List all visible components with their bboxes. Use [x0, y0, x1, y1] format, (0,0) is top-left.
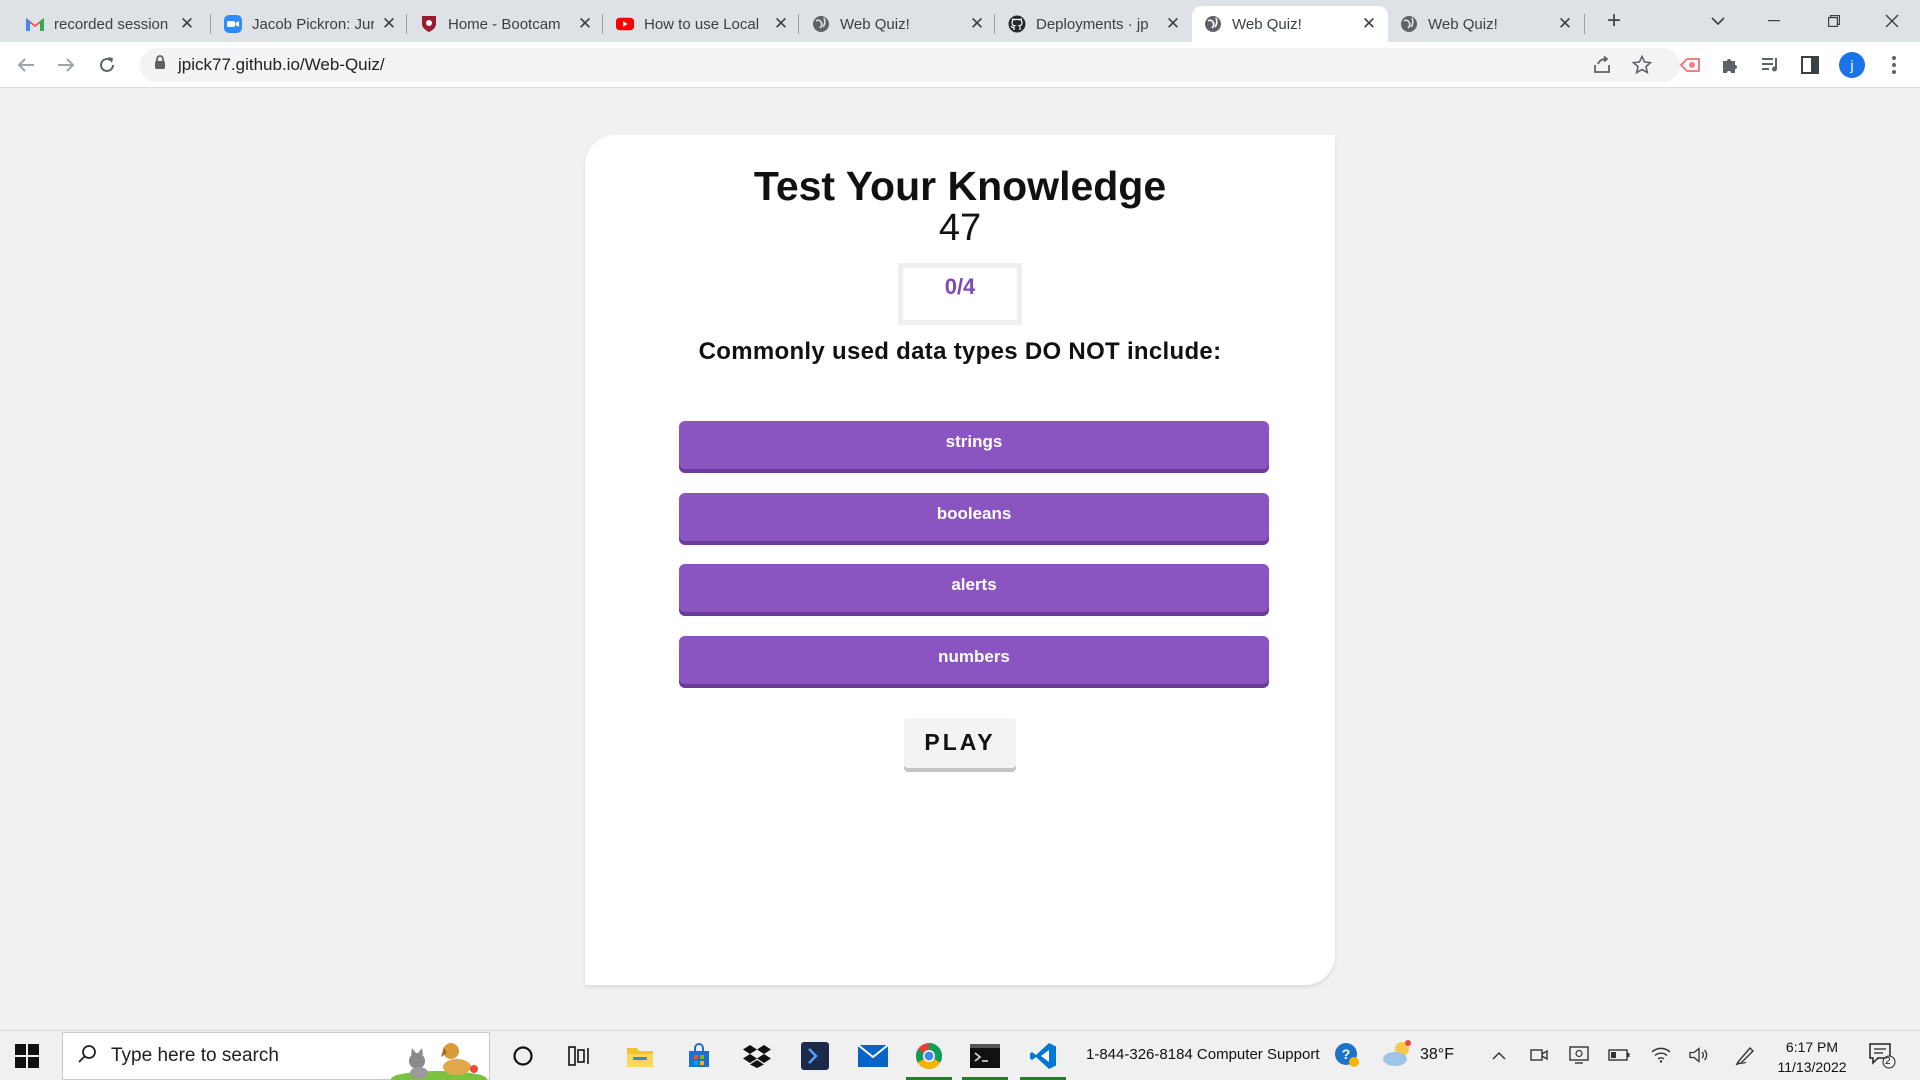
close-icon[interactable]: ✕	[576, 14, 594, 34]
tab-gmail[interactable]: recorded session ✕	[14, 6, 206, 42]
close-icon[interactable]: ✕	[772, 14, 790, 34]
weather-icon[interactable]	[1380, 1039, 1414, 1069]
new-tab-button[interactable]: +	[1600, 8, 1628, 36]
tab-title: Deployments · jp	[1036, 15, 1149, 33]
quiz-card: Test Your Knowledge 47 0/4 Commonly used…	[585, 135, 1335, 985]
answer-button-numbers[interactable]: numbers	[679, 636, 1269, 684]
close-window-button[interactable]	[1864, 0, 1920, 42]
windows-start-icon[interactable]	[14, 1043, 40, 1069]
vscode-icon[interactable]	[1020, 1039, 1066, 1080]
taskbar-search[interactable]: Type here to search	[62, 1032, 490, 1080]
tab-zoom[interactable]: Jacob Pickron: Jur ✕	[212, 6, 408, 42]
tab-web-quiz-2[interactable]: Web Quiz! ✕	[1388, 6, 1584, 42]
answer-button-strings[interactable]: strings	[679, 421, 1269, 469]
address-bar[interactable]: jpick77.github.io/Web-Quiz/	[140, 48, 1680, 82]
tab-title: Home - Bootcam	[448, 15, 561, 33]
pen-workspace-icon[interactable]	[1734, 1044, 1756, 1066]
help-icon[interactable]: ?	[1334, 1042, 1360, 1068]
youtube-icon	[616, 15, 634, 33]
avatar: j	[1839, 52, 1865, 78]
bookmark-star-icon[interactable]	[1628, 51, 1656, 79]
bootcamp-shield-icon	[420, 15, 438, 33]
action-center-notifications-icon[interactable]: 2	[1868, 1041, 1896, 1069]
close-icon[interactable]: ✕	[178, 14, 196, 34]
close-icon[interactable]: ✕	[1556, 14, 1574, 34]
profile-avatar[interactable]: j	[1838, 51, 1866, 79]
browser-toolbar: jpick77.github.io/Web-Quiz/ j	[0, 42, 1920, 88]
svg-text:?: ?	[1342, 1046, 1351, 1062]
file-explorer-icon[interactable]	[623, 1039, 657, 1073]
chrome-icon[interactable]	[906, 1039, 952, 1080]
github-icon	[1008, 15, 1026, 33]
tab-github-deployments[interactable]: Deployments · jp ✕	[996, 6, 1192, 42]
gmail-icon	[26, 15, 44, 33]
search-placeholder: Type here to search	[111, 1045, 279, 1066]
play-button[interactable]: PLAY	[904, 718, 1016, 768]
score-box: 0/4	[898, 263, 1022, 325]
tab-title: Web Quiz!	[1428, 15, 1498, 33]
answer-button-alerts[interactable]: alerts	[679, 564, 1269, 612]
restore-button[interactable]	[1806, 0, 1862, 42]
show-hidden-icons-chevron-up-icon[interactable]	[1488, 1044, 1510, 1066]
battery-icon[interactable]	[1608, 1044, 1630, 1066]
tab-search-button[interactable]	[1690, 0, 1746, 42]
clock-date: 11/13/2022	[1777, 1059, 1847, 1075]
tab-web-quiz-active[interactable]: Web Quiz! ✕	[1192, 6, 1388, 42]
share-icon[interactable]	[1588, 51, 1616, 79]
menu-kebab-icon[interactable]	[1880, 51, 1908, 79]
close-icon[interactable]: ✕	[380, 14, 398, 34]
mail-icon[interactable]	[856, 1039, 890, 1073]
globe-icon	[1204, 15, 1222, 33]
dropbox-icon[interactable]	[740, 1039, 774, 1073]
extension-record-icon[interactable]	[1676, 51, 1704, 79]
media-controls-icon[interactable]	[1756, 51, 1784, 79]
task-view-icon[interactable]	[563, 1039, 597, 1073]
cortana-icon[interactable]	[506, 1039, 540, 1073]
tab-web-quiz[interactable]: Web Quiz! ✕	[800, 6, 996, 42]
microsoft-store-icon[interactable]	[682, 1039, 716, 1073]
score-value: 0/4	[944, 274, 976, 299]
extensions-puzzle-icon[interactable]	[1716, 51, 1744, 79]
globe-icon	[1400, 15, 1418, 33]
notification-count-badge: 2	[1885, 1056, 1891, 1067]
globe-icon	[812, 15, 830, 33]
side-panel-icon[interactable]	[1796, 51, 1824, 79]
close-icon[interactable]: ✕	[1360, 14, 1378, 34]
weather-temperature: 38°F	[1420, 1046, 1454, 1063]
back-button[interactable]	[12, 51, 40, 79]
tab-strip: recorded session ✕ Jacob Pickron: Jur ✕ …	[0, 0, 1920, 42]
forward-button[interactable]	[52, 51, 80, 79]
tab-title: Web Quiz!	[840, 15, 910, 33]
answer-button-booleans[interactable]: booleans	[679, 493, 1269, 541]
support-phone-text: 1-844-326-8184 Computer Support	[1086, 1046, 1320, 1063]
clock-time: 6:17 PM	[1785, 1039, 1839, 1055]
close-icon[interactable]: ✕	[968, 14, 986, 34]
search-highlight-pets-icon	[389, 1033, 489, 1080]
powershell-icon[interactable]	[798, 1039, 832, 1073]
wifi-icon[interactable]	[1650, 1044, 1672, 1066]
timer: 47	[938, 207, 982, 249]
url-text: jpick77.github.io/Web-Quiz/	[178, 55, 385, 74]
remote-screen-icon[interactable]	[1568, 1044, 1590, 1066]
tab-title: Jacob Pickron: Jur	[252, 15, 374, 33]
close-icon[interactable]: ✕	[1164, 14, 1182, 34]
volume-icon[interactable]	[1688, 1044, 1710, 1066]
question-text: Commonly used data types DO NOT include:	[698, 338, 1222, 365]
minimize-button[interactable]	[1746, 0, 1802, 42]
meet-now-icon[interactable]	[1528, 1044, 1550, 1066]
reload-button[interactable]	[93, 51, 121, 79]
tab-title: Web Quiz!	[1232, 15, 1302, 33]
tab-title: How to use Local	[644, 15, 760, 33]
terminal-icon[interactable]	[962, 1039, 1008, 1080]
tab-youtube[interactable]: How to use Local ✕	[604, 6, 800, 42]
tab-title: recorded session	[54, 15, 169, 33]
lock-icon	[154, 55, 166, 75]
zoom-icon	[224, 15, 242, 33]
windows-taskbar: Type here to search 1-844-326-8184 Compu…	[0, 1030, 1920, 1080]
system-clock[interactable]: 6:17 PM 11/13/2022	[1772, 1037, 1852, 1077]
search-icon	[77, 1044, 97, 1069]
tab-bootcamp[interactable]: Home - Bootcam ✕	[408, 6, 604, 42]
page-title: Test Your Knowledge	[753, 163, 1167, 209]
